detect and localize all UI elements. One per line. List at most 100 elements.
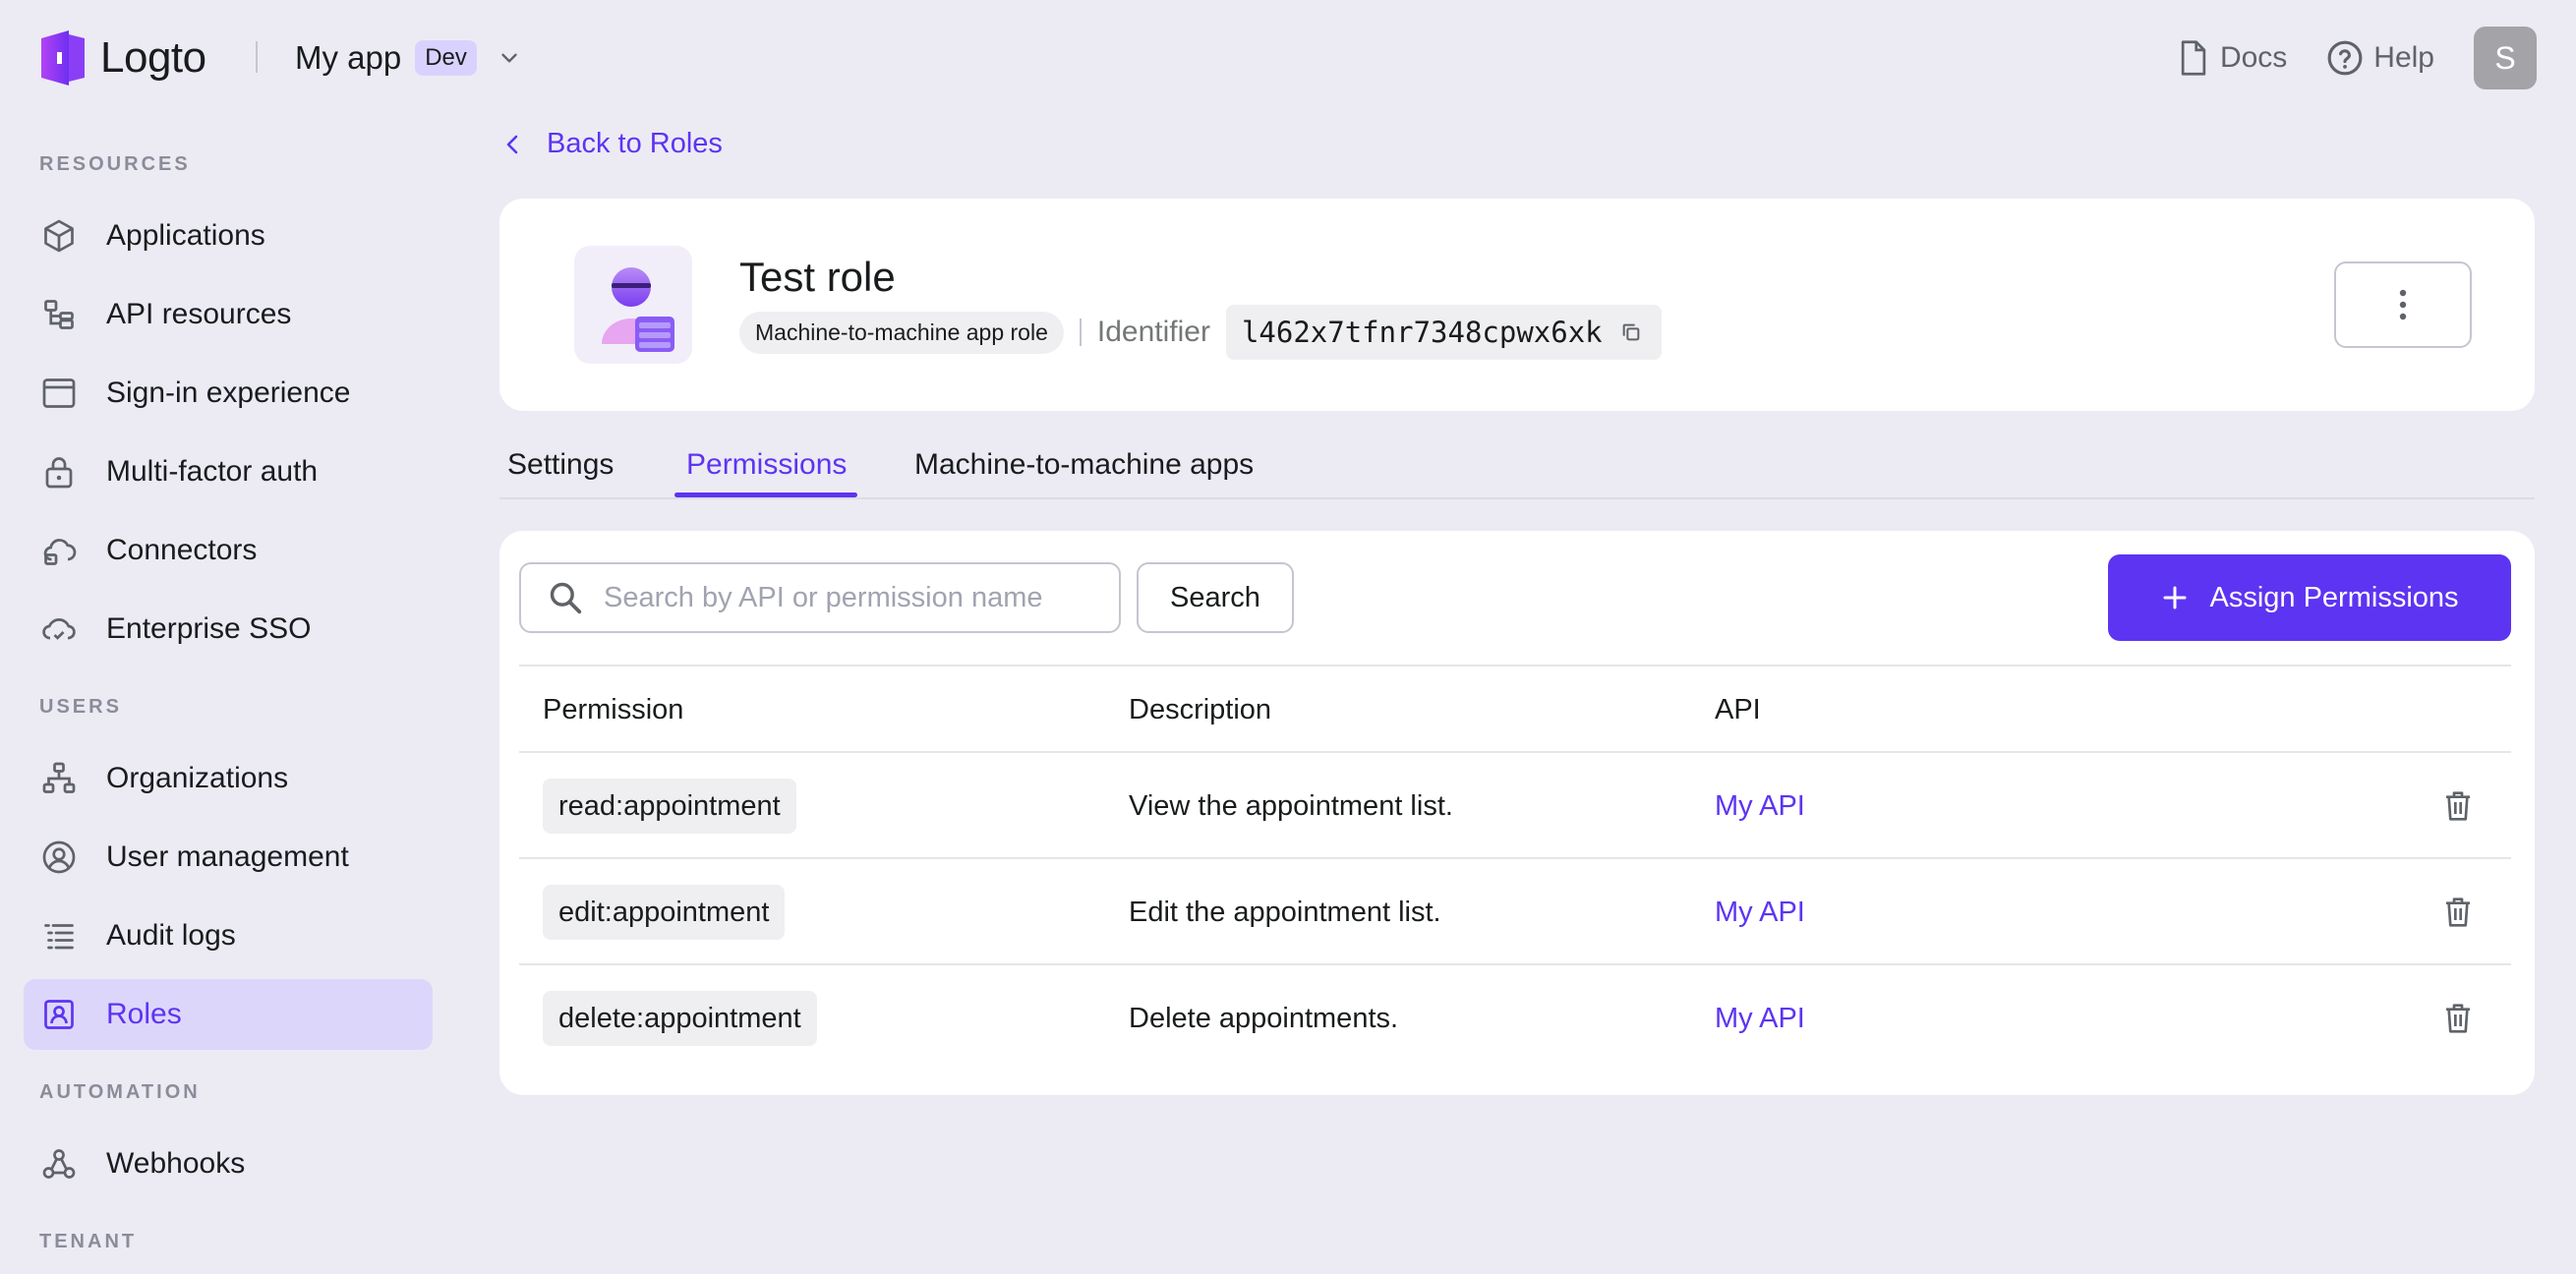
sidebar-item-enterprise-sso[interactable]: Enterprise SSO [24, 594, 433, 665]
app-name: My app [295, 39, 402, 76]
assign-permissions-label: Assign Permissions [2209, 581, 2459, 613]
sidebar-item-applications[interactable]: Applications [24, 201, 433, 271]
api-link[interactable]: My API [1715, 1003, 1805, 1035]
chevron-down-icon [501, 53, 517, 63]
divider [256, 41, 258, 73]
trash-icon [2446, 898, 2470, 927]
identifier-label: Identifier [1096, 316, 1210, 348]
permission-tag: delete:appointment [543, 991, 817, 1046]
permission-tag: read:appointment [543, 779, 796, 834]
column-header-description: Description [1129, 694, 1272, 725]
sidebar-item-connectors[interactable]: Connectors [24, 515, 433, 586]
api-link[interactable]: My API [1715, 897, 1805, 929]
column-header-permission: Permission [543, 694, 684, 725]
search-field[interactable] [519, 562, 1121, 633]
section-title-users: USERS [39, 696, 122, 718]
tab-bar: Settings Permissions Machine-to-machine … [499, 433, 2535, 499]
trash-icon [2446, 791, 2470, 821]
sidebar-item-label: Roles [106, 998, 182, 1030]
avatar[interactable]: S [2474, 27, 2537, 89]
plus-icon [2163, 586, 2187, 609]
more-vertical-icon [2399, 289, 2407, 320]
permission-tag: edit:appointment [543, 885, 786, 940]
back-to-roles-link[interactable]: Back to Roles [503, 128, 723, 160]
list-icon [39, 916, 79, 956]
tab-permissions[interactable]: Permissions [686, 448, 847, 482]
active-tab-indicator [674, 492, 857, 497]
webhook-icon [39, 1144, 79, 1184]
sidebar-item-label: Multi-factor auth [106, 455, 319, 488]
permission-description: View the appointment list. [1129, 790, 1453, 822]
help-circle-icon [2327, 40, 2363, 76]
section-title-automation: AUTOMATION [39, 1081, 201, 1103]
sidebar-item-label: Sign-in experience [106, 376, 351, 409]
identifier-copy-field[interactable]: l462x7tfnr7348cpwx6xk [1225, 305, 1662, 360]
assign-permissions-button[interactable]: Assign Permissions [2108, 554, 2511, 641]
copy-icon[interactable] [1620, 321, 1642, 343]
delete-button[interactable] [2438, 786, 2478, 826]
more-options-button[interactable] [2334, 261, 2472, 348]
sidebar-item-multi-factor-auth[interactable]: Multi-factor auth [24, 436, 433, 507]
tab-machine-to-machine-apps[interactable]: Machine-to-machine apps [914, 448, 1254, 482]
search-button[interactable]: Search [1137, 562, 1294, 633]
sidebar-item-webhooks[interactable]: Webhooks [24, 1129, 433, 1199]
sidebar-item-audit-logs[interactable]: Audit logs [24, 900, 433, 971]
app-switcher[interactable]: My app Dev [295, 33, 522, 83]
connector-icon [39, 531, 79, 570]
sidebar-item-label: User management [106, 840, 349, 873]
api-resource-icon [39, 295, 79, 334]
sidebar-item-label: Applications [106, 219, 265, 252]
cube-icon [39, 216, 79, 256]
divider [1079, 318, 1082, 346]
trash-icon [2446, 1004, 2470, 1033]
browser-window-icon [39, 374, 79, 413]
sidebar-item-label: Enterprise SSO [106, 612, 312, 645]
sidebar-item-organizations[interactable]: Organizations [24, 743, 433, 814]
docs-label: Docs [2219, 41, 2288, 74]
help-link[interactable]: Help [2326, 39, 2434, 77]
sidebar-item-label: Webhooks [106, 1147, 246, 1180]
column-header-api: API [1715, 694, 1761, 725]
sidebar-item-api-resources[interactable]: API resources [24, 279, 433, 350]
chevron-left-icon [506, 135, 518, 153]
table-row[interactable]: read:appointment View the appointment li… [519, 753, 2511, 859]
table-row[interactable]: delete:appointment Delete appointments. … [519, 965, 2511, 1071]
search-icon [550, 582, 582, 614]
sidebar-item-roles[interactable]: Roles [24, 979, 433, 1050]
back-link-label: Back to Roles [547, 128, 723, 159]
role-name: Test role [739, 254, 896, 300]
sidebar-item-label: Organizations [106, 762, 289, 794]
permission-description: Edit the appointment list. [1129, 897, 1441, 928]
role-header-card: Test role Machine-to-machine app role Id… [499, 199, 2535, 411]
brand-name: Logto [100, 33, 206, 82]
sidebar-item-user-management[interactable]: User management [24, 822, 433, 893]
document-icon [2181, 40, 2206, 76]
api-link[interactable]: My API [1715, 790, 1805, 823]
user-circle-icon [39, 838, 79, 877]
docs-link[interactable]: Docs [2177, 39, 2287, 77]
table-header: Permission Description API [519, 665, 2511, 753]
top-bar: Logto My app Dev Docs Help S [0, 0, 2576, 116]
search-input[interactable] [604, 581, 1095, 614]
lock-icon [39, 452, 79, 492]
tab-settings[interactable]: Settings [507, 448, 614, 482]
section-title-tenant: TENANT [39, 1231, 138, 1252]
permission-description: Delete appointments. [1129, 1003, 1399, 1034]
table-row[interactable]: edit:appointment Edit the appointment li… [519, 859, 2511, 965]
delete-button[interactable] [2438, 893, 2478, 932]
cloud-sso-icon [39, 609, 79, 649]
sidebar-item-label: API resources [106, 298, 292, 330]
role-avatar-icon [574, 246, 692, 364]
env-badge: Dev [415, 40, 477, 76]
sidebar-item-sign-in-experience[interactable]: Sign-in experience [24, 358, 433, 429]
org-tree-icon [39, 759, 79, 798]
permissions-card: Search Assign Permissions Permission Des… [499, 531, 2535, 1095]
logto-logo-icon [41, 30, 85, 86]
help-label: Help [2373, 41, 2434, 74]
role-type-tag: Machine-to-machine app role [739, 311, 1064, 354]
logo[interactable]: Logto [39, 26, 206, 90]
delete-button[interactable] [2438, 999, 2478, 1038]
sidebar-item-label: Audit logs [106, 919, 236, 952]
section-title-resources: RESOURCES [39, 153, 191, 175]
sidebar-item-label: Connectors [106, 534, 258, 566]
